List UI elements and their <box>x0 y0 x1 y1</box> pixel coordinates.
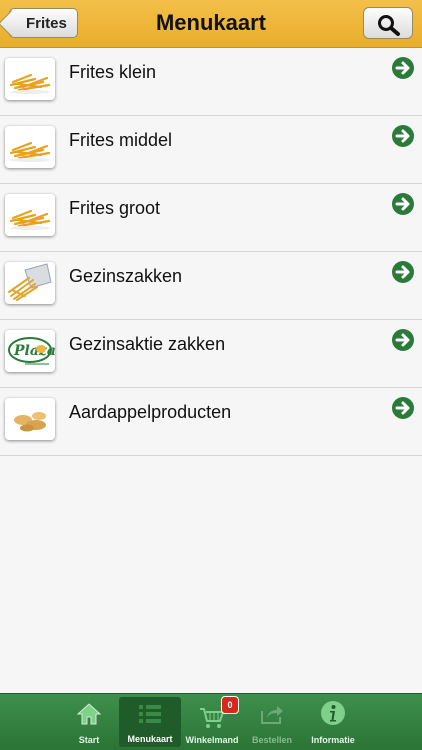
list-item[interactable]: Aardappelproducten <box>0 388 422 456</box>
search-icon <box>378 15 400 36</box>
tab-label: Informatie <box>311 735 355 745</box>
share-icon <box>261 706 283 724</box>
item-label: Frites groot <box>69 198 161 218</box>
fries-icon <box>5 194 55 236</box>
list-item[interactable]: Gezinszakken <box>0 252 422 320</box>
item-label: Gezinszakken <box>69 266 183 286</box>
tab-label: Menukaart <box>127 734 173 744</box>
list-item[interactable]: Frites middel <box>0 116 422 184</box>
fries-icon <box>5 126 55 168</box>
potato-products-icon <box>5 398 55 440</box>
fries-icon <box>5 58 55 100</box>
arrow-right-icon[interactable] <box>392 397 414 419</box>
tab-label: Bestellen <box>251 735 293 745</box>
list-item[interactable]: Frites groot <box>0 184 422 252</box>
list-icon <box>139 705 161 723</box>
tab-label: Winkelmand <box>185 735 239 745</box>
arrow-right-icon[interactable] <box>392 125 414 147</box>
tab-menukaart[interactable]: Menukaart <box>119 697 181 747</box>
item-label: Frites klein <box>69 62 157 82</box>
svg-text:Plaza: Plaza <box>13 343 55 359</box>
tab-informatie[interactable]: Informatie <box>301 694 365 750</box>
item-label: Gezinsaktie zakken <box>69 334 226 354</box>
home-icon <box>76 703 102 725</box>
list-item[interactable]: Plaza Gezinsaktie zakken <box>0 320 422 388</box>
cart-count-badge: 0 <box>221 696 239 714</box>
tab-winkelmand[interactable]: 0 Winkelmand <box>181 694 243 750</box>
navigation-bar: Frites Menukaart <box>0 0 422 48</box>
tab-label: Start <box>78 735 100 745</box>
tab-start[interactable]: Start <box>58 694 120 750</box>
arrow-right-icon[interactable] <box>392 193 414 215</box>
list-item[interactable]: Frites klein <box>0 48 422 116</box>
menu-list: Frites klein Frites middel Frites groot … <box>0 48 422 456</box>
arrow-right-icon[interactable] <box>392 57 414 79</box>
arrow-right-icon[interactable] <box>392 261 414 283</box>
item-label: Frites middel <box>69 130 173 150</box>
tab-bestellen[interactable]: Bestellen <box>243 694 301 750</box>
item-label: Aardappelproducten <box>69 402 232 422</box>
search-button[interactable] <box>363 7 413 39</box>
page-title: Menukaart <box>155 10 267 35</box>
fries-bag-icon <box>5 262 55 304</box>
tab-bar: Start Menukaart 0 Winkelmand Bestellen I… <box>0 693 422 750</box>
info-icon <box>321 701 345 725</box>
plaza-logo-icon: Plaza <box>5 330 55 372</box>
arrow-right-icon[interactable] <box>392 329 414 351</box>
